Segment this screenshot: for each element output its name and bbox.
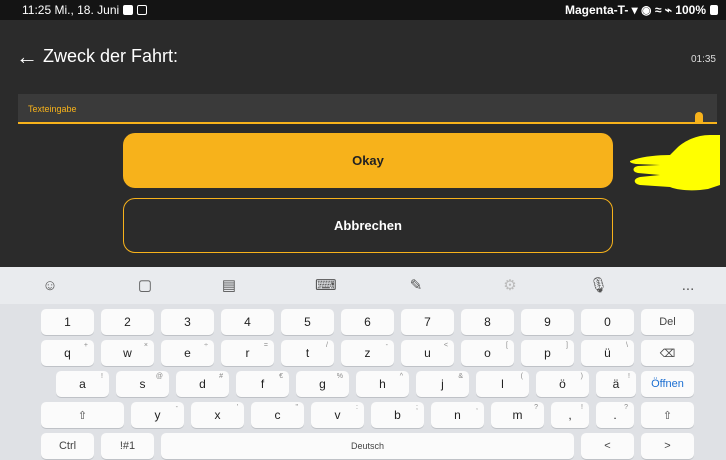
on-screen-keyboard: ☺ ▢ ▤ ⌨ ✎ ⚙ 🎙 ... 1 2 3 4 5 6 7 8 9 0 De…	[0, 267, 726, 460]
symbols-key[interactable]: !#1	[101, 433, 154, 459]
image-icon	[137, 5, 148, 15]
text-input-field[interactable]: Texteingabe	[18, 94, 717, 124]
key-7[interactable]: 7	[401, 309, 454, 335]
key-8[interactable]: 8	[461, 309, 514, 335]
shift-left-key[interactable]: ⇧	[41, 402, 124, 428]
okay-button[interactable]: Okay	[123, 133, 613, 188]
key-ue-visible[interactable]: ü \	[581, 340, 634, 366]
timer: 01:35	[690, 54, 716, 65]
key-l-visible[interactable]: l(	[476, 371, 529, 397]
voice-input-icon[interactable]: 🎙	[589, 277, 608, 295]
key-2[interactable]: 2	[101, 309, 154, 335]
key-g[interactable]: g%	[296, 371, 349, 397]
key-n[interactable]: n,	[431, 402, 484, 428]
app-area: ← Zweck der Fahrt: 01:35 Texteingabe Oka…	[0, 20, 726, 267]
status-bar: 11:25 Mi., 18. Juni Magenta-T- ▾ ◉ ≈ ⌁ 1…	[0, 0, 726, 20]
key-9[interactable]: 9	[521, 309, 574, 335]
shift-right-key[interactable]: ⇧	[641, 402, 694, 428]
key-f[interactable]: f €	[236, 371, 289, 397]
more-options-icon[interactable]: ...	[677, 277, 699, 295]
clipboard-icon[interactable]: ▢	[136, 277, 154, 295]
microphone-icon[interactable]	[695, 112, 703, 122]
letter-row-3: ⇧ y- x ' c " v: b; n, m? ,! .? ⇧	[0, 402, 726, 430]
status-carrier-battery: Magenta-T- ▾ ◉ ≈ ⌁ 100%	[565, 3, 706, 17]
key-d[interactable]: d #	[176, 371, 229, 397]
text-field-label: Texteingabe	[28, 104, 77, 114]
pointing-hand-icon	[630, 135, 720, 191]
header: ← Zweck der Fahrt: 01:35	[0, 20, 726, 92]
key-o-visible[interactable]: o[	[461, 340, 514, 366]
key-x[interactable]: x '	[191, 402, 244, 428]
backspace-icon: ⌫	[659, 347, 676, 360]
enter-key[interactable]: Öffnen	[641, 371, 694, 397]
number-row: 1 2 3 4 5 6 7 8 9 0 Del	[0, 309, 726, 337]
battery-icon	[710, 5, 718, 15]
key-ae[interactable]: ä!	[596, 371, 636, 397]
back-arrow-icon[interactable]: ←	[16, 46, 38, 68]
key-4[interactable]: 4	[221, 309, 274, 335]
key-period[interactable]: .?	[596, 402, 634, 428]
key-1[interactable]: 1	[41, 309, 94, 335]
cursor-right-key[interactable]: >	[641, 433, 694, 459]
handwriting-icon[interactable]: ✎	[407, 277, 425, 295]
key-y[interactable]: y-	[131, 402, 184, 428]
settings-icon: ⚙	[503, 277, 517, 294]
emoji-icon[interactable]: ☺	[41, 277, 59, 295]
key-p-visible[interactable]: p]	[521, 340, 574, 366]
backspace-key[interactable]: ⌫	[641, 340, 694, 366]
key-s[interactable]: s @	[116, 371, 169, 397]
cancel-button[interactable]: Abbrechen	[123, 198, 613, 253]
key-v[interactable]: v:	[311, 402, 364, 428]
keyboard-layout-icon[interactable]: ⌨	[315, 277, 337, 295]
key-6[interactable]: 6	[341, 309, 394, 335]
key-h[interactable]: h ^	[356, 371, 409, 397]
notification-icon	[123, 5, 134, 15]
delete-key[interactable]: Del	[641, 309, 694, 335]
key-j[interactable]: j &	[416, 371, 469, 397]
key-0[interactable]: 0	[581, 309, 634, 335]
key-3[interactable]: 3	[161, 309, 214, 335]
keyboard-toolbar: ☺ ▢ ▤ ⌨ ✎ ⚙ 🎙 ...	[0, 267, 726, 304]
cursor-left-key[interactable]: <	[581, 433, 634, 459]
bottom-row: Ctrl !#1 Deutsch < >	[0, 433, 726, 460]
key-oe-visible[interactable]: ö)	[536, 371, 589, 397]
space-key[interactable]: Deutsch	[161, 433, 574, 459]
page-title: Zweck der Fahrt:	[43, 46, 179, 66]
key-5[interactable]: 5	[281, 309, 334, 335]
ctrl-key[interactable]: Ctrl	[41, 433, 94, 459]
key-b[interactable]: b;	[371, 402, 424, 428]
one-handed-keyboard-icon[interactable]: ▤	[220, 277, 238, 295]
key-c[interactable]: c "	[251, 402, 304, 428]
key-comma[interactable]: ,!	[551, 402, 589, 428]
key-a[interactable]: a!	[56, 371, 109, 397]
key-m[interactable]: m?	[491, 402, 544, 428]
status-time-date: 11:25 Mi., 18. Juni	[22, 3, 120, 17]
